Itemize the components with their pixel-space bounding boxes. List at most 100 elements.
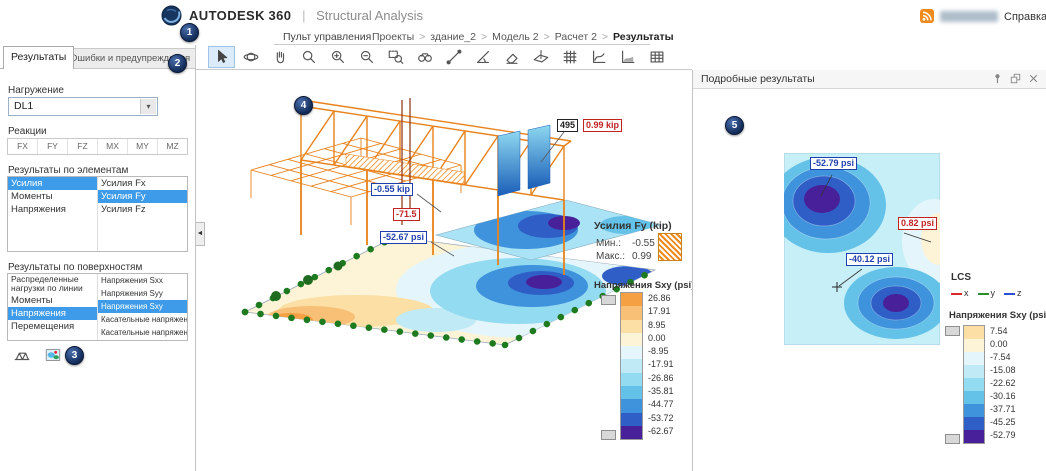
lcs-legend-title: LCS <box>951 272 971 283</box>
legend-value: 0.00 <box>648 332 666 343</box>
tool-zoom[interactable] <box>295 46 322 68</box>
legend-value: -37.71 <box>990 404 1016 414</box>
result-map-icon[interactable] <box>41 345 65 367</box>
reaction-toggle-fy[interactable]: FY <box>38 139 68 154</box>
tool-section-plane[interactable] <box>527 46 554 68</box>
legend-color-cell <box>621 399 642 413</box>
breadcrumb-item[interactable]: Результаты <box>613 31 674 43</box>
lcs-axes-legend: x y z <box>951 288 1022 298</box>
breadcrumb-item[interactable]: Расчет 2 <box>555 31 597 43</box>
legend-color-cell <box>964 391 984 404</box>
legend-value: 17.91 <box>648 306 671 317</box>
close-icon[interactable] <box>1026 72 1040 86</box>
detailed-results-panel: Подробные результаты -52.79 psi 0.82 psi… <box>692 70 1046 471</box>
detail-legend-values: 7.54 0.00 -7.54 -15.08 -22.62 -30.16 -37.71 -45… <box>986 325 1016 442</box>
legend-value: -52.79 <box>990 430 1016 440</box>
pin-icon[interactable] <box>990 72 1004 86</box>
min-stress-label: -52.67 psi <box>380 231 428 244</box>
user-name-redacted[interactable] <box>940 11 998 22</box>
detail-legend-colorbar <box>963 325 985 444</box>
reaction-toggle-my[interactable]: MY <box>128 139 158 154</box>
list-item[interactable]: Перемещения <box>8 320 97 333</box>
legend-value: -22.62 <box>990 378 1016 388</box>
load-case-label: Нагружение <box>8 85 64 96</box>
sidebar-collapse-handle[interactable]: ◄ <box>196 222 205 246</box>
detail-legend-slider-bottom[interactable] <box>945 434 960 444</box>
sidebar-tab-bar: Результаты Ошибки и предупреждения <box>0 45 197 69</box>
reaction-toggle-fx[interactable]: FX <box>8 139 38 154</box>
reaction-toggle-fz[interactable]: FZ <box>68 139 98 154</box>
legend-value: -30.16 <box>990 391 1016 401</box>
annotation-callout-5: 5 <box>725 116 744 135</box>
tool-orbit[interactable] <box>237 46 264 68</box>
feed-icon[interactable] <box>920 9 934 28</box>
list-item[interactable]: Напряжения <box>8 203 97 216</box>
force-legend-title: Усилия Fy (kip) <box>594 220 672 232</box>
reactions-label: Реакции <box>8 126 47 137</box>
breadcrumb-item[interactable]: Проекты <box>372 31 414 43</box>
legend-color-cell <box>964 417 984 430</box>
legend-value: -45.25 <box>990 417 1016 427</box>
shear-wall[interactable] <box>527 124 551 190</box>
axis-color-dash <box>951 292 962 295</box>
breadcrumb-item[interactable]: Модель 2 <box>492 31 538 43</box>
min-force-label: -0.55 kip <box>371 183 414 196</box>
tab-results[interactable]: Результаты <box>3 46 75 69</box>
detail-contour-plot[interactable]: -52.79 psi 0.82 psi -40.12 psi <box>784 153 940 345</box>
tool-zoom-in[interactable] <box>324 46 351 68</box>
shear-wall[interactable] <box>497 130 521 197</box>
tool-eraser[interactable] <box>498 46 525 68</box>
detail-contour-svg <box>784 153 940 345</box>
popout-icon[interactable] <box>1008 72 1022 86</box>
load-case-dropdown[interactable]: DL1 ▾ <box>8 97 158 116</box>
panel-header[interactable]: Подробные результаты <box>693 70 1046 89</box>
list-item[interactable]: Усилия Fy <box>98 190 187 203</box>
list-item[interactable]: Напряжения Sxy <box>98 300 187 313</box>
nav-dashboard-link[interactable]: Пульт управления <box>283 31 371 43</box>
viewport-3d[interactable]: ◄ 495 0.99 kip -0.55 kip -71.5 -52.67 ps… <box>196 70 692 471</box>
help-link[interactable]: Справка <box>1004 11 1046 23</box>
list-item[interactable]: Распределенные нагрузки по линии <box>8 274 97 294</box>
list-item[interactable]: Напряжения Sxx <box>98 274 187 287</box>
tool-chart-area[interactable] <box>614 46 641 68</box>
structure-view-icon[interactable] <box>10 345 34 367</box>
tool-measure-line[interactable] <box>440 46 467 68</box>
reaction-toggle-mx[interactable]: MX <box>98 139 128 154</box>
tool-grid[interactable] <box>556 46 583 68</box>
tool-find[interactable] <box>411 46 438 68</box>
legend-value: -15.08 <box>990 365 1016 375</box>
surface-results-label: Результаты по поверхностям <box>8 262 143 273</box>
list-item[interactable]: Напряжения <box>8 307 97 320</box>
surface-results-listbox: Распределенные нагрузки по линии Моменты Н… <box>7 273 188 341</box>
app-title: Structural Analysis <box>316 8 424 23</box>
legend-value: -62.67 <box>648 425 674 436</box>
axis-color-dash <box>977 292 989 295</box>
tool-zoom-out[interactable] <box>353 46 380 68</box>
legend-range-slider-bottom[interactable] <box>601 430 616 440</box>
list-item[interactable]: Напряжения Syy <box>98 287 187 300</box>
stress-legend-values: 26.86 17.91 8.95 0.00 -8.95 -17.91 -26.86 -35.8… <box>644 292 674 438</box>
detail-min-label-2: -40.12 psi <box>846 253 894 266</box>
tool-table[interactable] <box>643 46 670 68</box>
legend-value: 7.54 <box>990 326 1008 336</box>
tool-pan[interactable] <box>266 46 293 68</box>
breadcrumb-item[interactable]: здание_2 <box>430 31 476 43</box>
tool-zoom-window[interactable] <box>382 46 409 68</box>
brand-360: 360 <box>268 8 292 23</box>
list-item[interactable]: Усилия <box>8 177 97 190</box>
list-item[interactable]: Моменты <box>8 190 97 203</box>
legend-value: -53.72 <box>648 412 674 423</box>
list-item[interactable]: Усилия Fz <box>98 203 187 216</box>
reaction-toggle-mz[interactable]: MZ <box>158 139 187 154</box>
breadcrumb-separator: > <box>543 31 550 43</box>
list-item[interactable]: Касательные напряжения Txx <box>98 313 187 326</box>
detail-legend-slider-top[interactable] <box>945 326 960 336</box>
tool-select[interactable] <box>208 46 235 68</box>
tool-measure-angle[interactable] <box>469 46 496 68</box>
list-item[interactable]: Касательные напряжения Tyy <box>98 326 187 339</box>
list-item[interactable]: Усилия Fx <box>98 177 187 190</box>
tool-chart-line[interactable] <box>585 46 612 68</box>
legend-range-slider-top[interactable] <box>601 295 616 305</box>
legend-color-cell <box>964 430 984 443</box>
list-item[interactable]: Моменты <box>8 294 97 307</box>
